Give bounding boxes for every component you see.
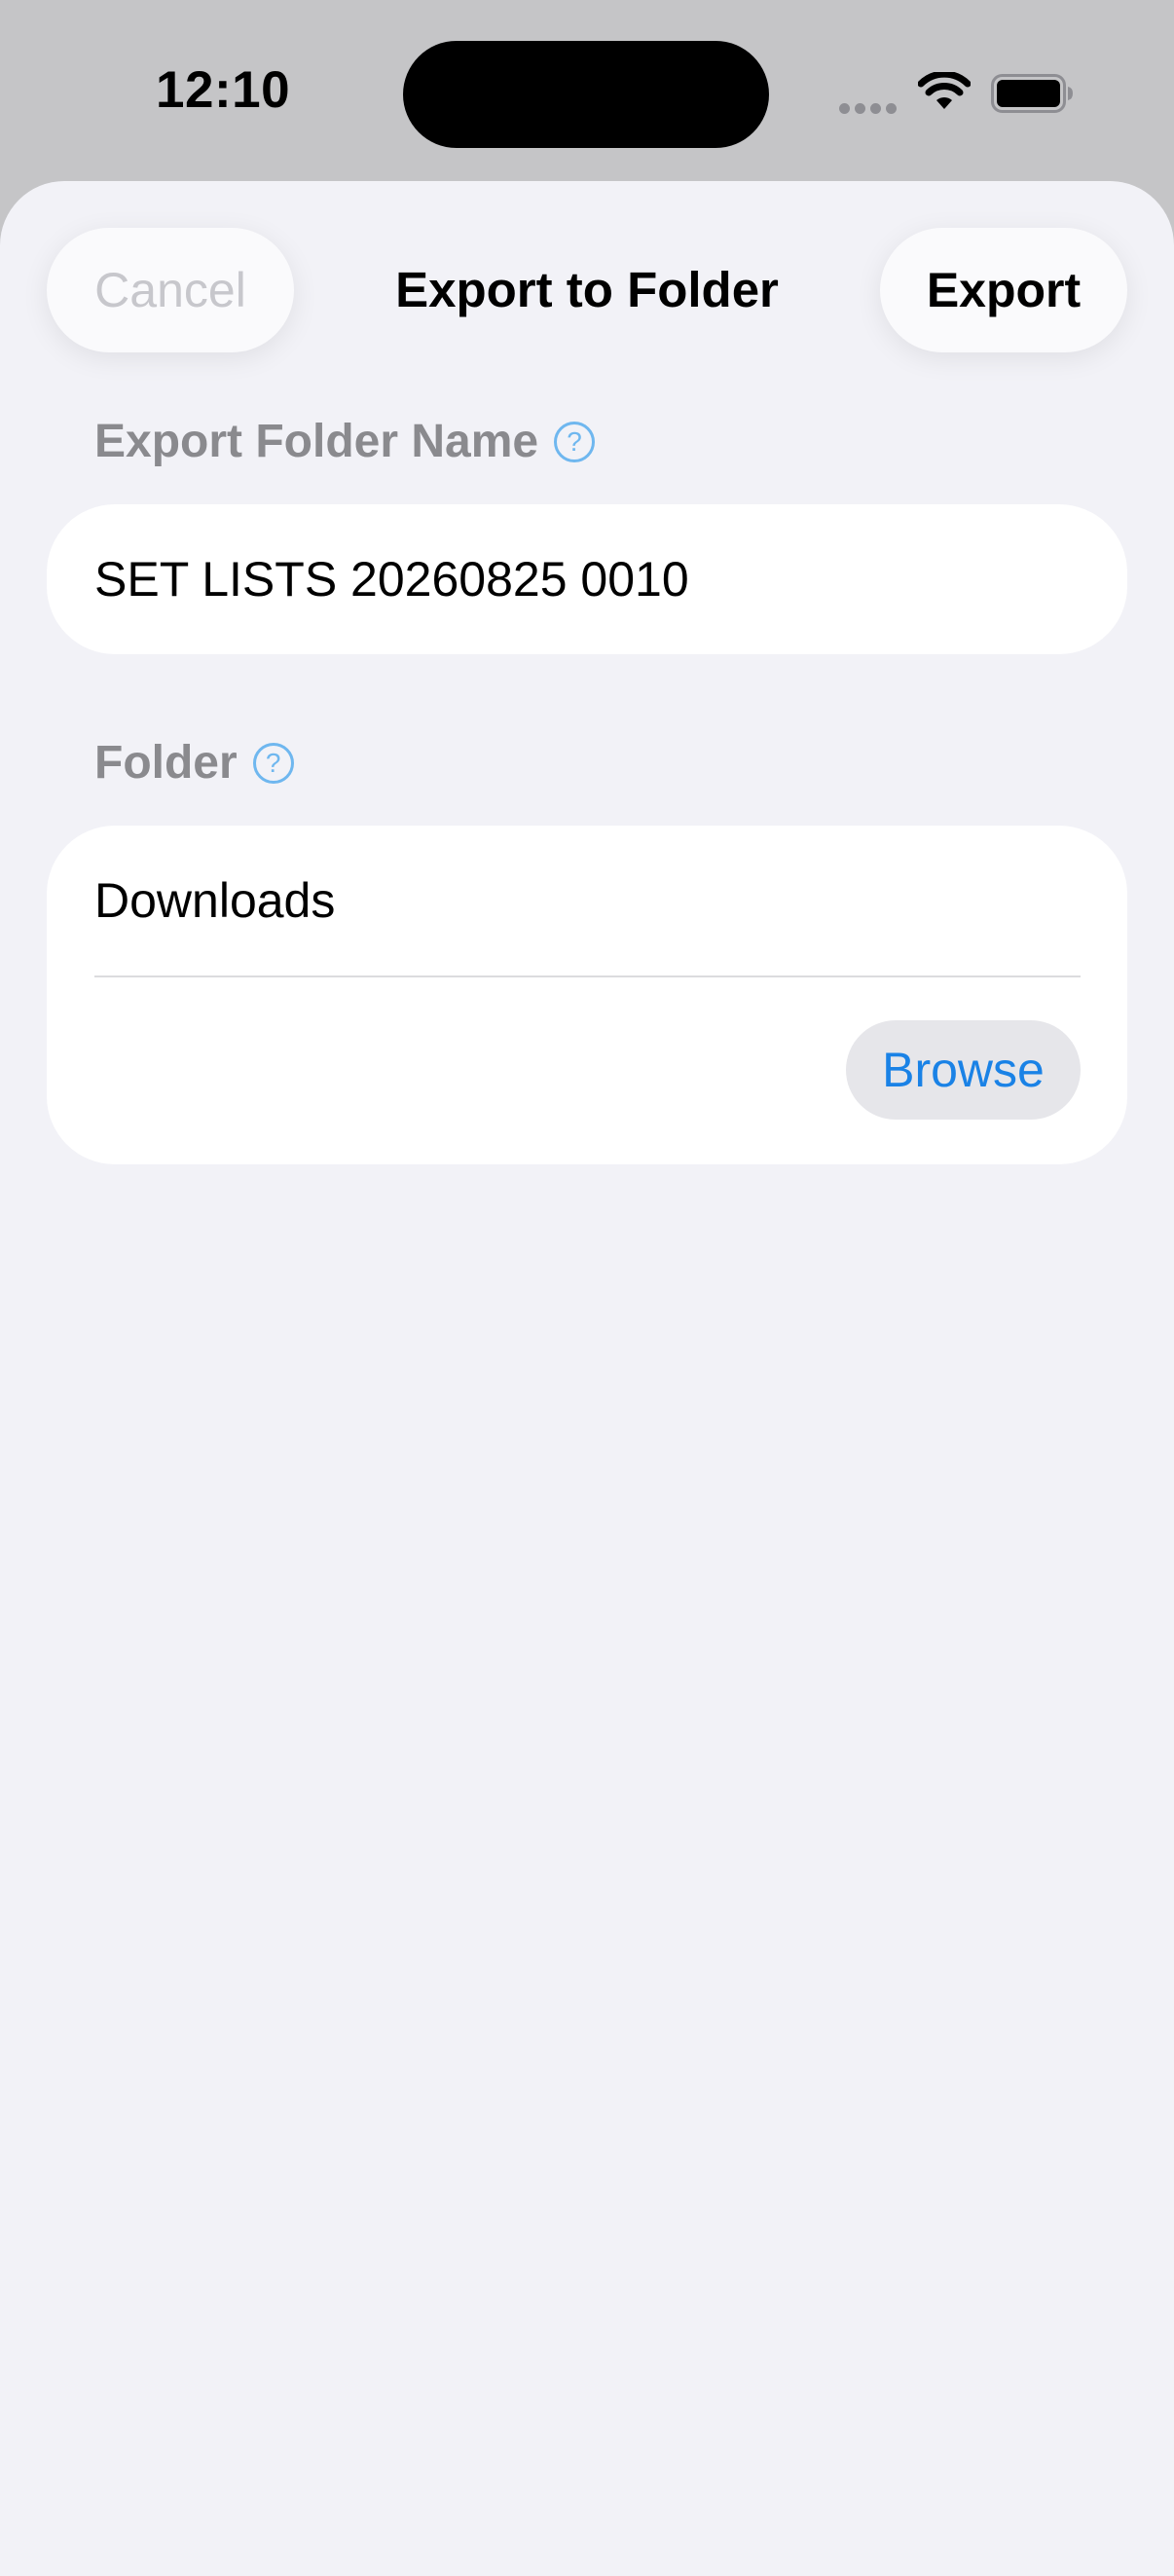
- export-folder-name-input[interactable]: SET LISTS 20260825 0010: [94, 504, 1068, 654]
- dynamic-island: [403, 41, 769, 148]
- export-folder-name-label: Export Folder Name: [94, 416, 539, 467]
- folder-header: Folder ?: [94, 736, 294, 790]
- cancel-button[interactable]: Cancel: [47, 228, 294, 352]
- wifi-icon: [918, 72, 971, 109]
- folder-card: Downloads Browse: [47, 826, 1127, 1164]
- folder-value: Downloads: [94, 873, 336, 928]
- sheet-title: Export to Folder: [395, 262, 779, 317]
- export-folder-name-card: SET LISTS 20260825 0010: [47, 504, 1127, 654]
- status-time: 12:10: [156, 61, 291, 119]
- folder-label: Folder: [94, 737, 238, 789]
- export-button[interactable]: Export: [880, 228, 1127, 352]
- status-bar: 12:10: [0, 0, 1174, 185]
- question-circle-icon[interactable]: ?: [554, 421, 596, 462]
- divider: [94, 975, 1081, 977]
- browse-button[interactable]: Browse: [846, 1020, 1081, 1120]
- battery-icon: [991, 74, 1073, 113]
- export-sheet: Cancel Export to Folder Export Export Fo…: [0, 181, 1174, 2576]
- export-folder-name-header: Export Folder Name ?: [94, 415, 596, 468]
- question-circle-icon[interactable]: ?: [252, 742, 294, 784]
